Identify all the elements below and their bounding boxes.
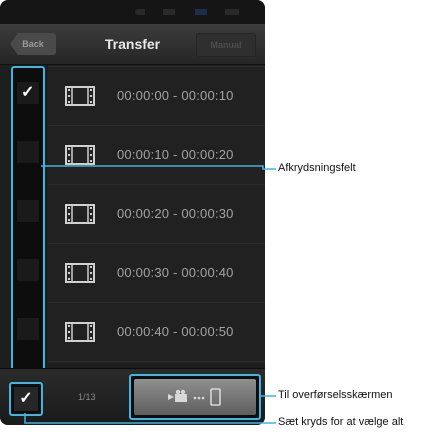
- list-item[interactable]: 00:00:10 - 00:00:20: [48, 125, 265, 185]
- film-strip-icon: [65, 322, 95, 342]
- list-item: [48, 361, 265, 363]
- app-screen: Back Transfer Manual 00:00:00 - 00:00:10…: [0, 0, 265, 425]
- manual-button[interactable]: Manual: [196, 33, 256, 57]
- transfer-button[interactable]: [129, 374, 261, 420]
- film-strip-icon: [65, 145, 95, 165]
- clip-list: 00:00:00 - 00:00:10 00:00:10 - 00:00:20 …: [48, 66, 265, 363]
- callout-select-all: Sæt kryds for at vælge alt: [278, 416, 404, 428]
- callout-checkboxes: Afkrydsningsfelt: [278, 162, 356, 174]
- film-strip-icon: [65, 204, 95, 224]
- callout-transfer-screen: Til overførselsskærmen: [278, 389, 393, 401]
- row-checkbox[interactable]: ✓: [17, 82, 39, 104]
- navigation-bar: Back Transfer Manual: [0, 24, 265, 65]
- list-item[interactable]: 00:00:20 - 00:00:30: [48, 184, 265, 244]
- list-item[interactable]: 00:00:30 - 00:00:40: [48, 243, 265, 303]
- status-icons: [135, 9, 255, 15]
- clip-time-range: 00:00:30 - 00:00:40: [117, 265, 234, 280]
- film-strip-icon: [65, 86, 95, 106]
- row-checkbox[interactable]: [17, 141, 39, 163]
- page-count: 1/13: [78, 392, 96, 402]
- film-strip-icon: [65, 263, 95, 283]
- dots-icon: [193, 396, 205, 400]
- clip-time-range: 00:00:20 - 00:00:30: [117, 206, 234, 221]
- row-checkbox[interactable]: [17, 259, 39, 281]
- clip-time-range: 00:00:10 - 00:00:20: [117, 147, 234, 162]
- list-item[interactable]: 00:00:00 - 00:00:10: [48, 66, 265, 126]
- row-checkbox[interactable]: [17, 200, 39, 222]
- checkbox-column: ✓: [11, 66, 45, 372]
- bottom-toolbar: ✓ 1/13: [0, 368, 265, 425]
- status-bar: [0, 0, 265, 24]
- back-button[interactable]: Back: [10, 33, 56, 55]
- transfer-button-face: [134, 379, 256, 415]
- select-all-checkbox[interactable]: ✓: [9, 382, 43, 416]
- row-checkbox[interactable]: [17, 318, 39, 340]
- clip-time-range: 00:00:00 - 00:00:10: [117, 88, 234, 103]
- list-item[interactable]: 00:00:40 - 00:00:50: [48, 302, 265, 362]
- phone-icon: [210, 388, 221, 406]
- clip-time-range: 00:00:40 - 00:00:50: [117, 324, 234, 339]
- page-title: Transfer: [104, 36, 161, 52]
- camcorder-icon: [168, 389, 187, 402]
- checkmark-icon: ✓: [14, 387, 38, 411]
- checkmark-icon: ✓: [21, 84, 35, 101]
- transfer-icons: [168, 388, 221, 406]
